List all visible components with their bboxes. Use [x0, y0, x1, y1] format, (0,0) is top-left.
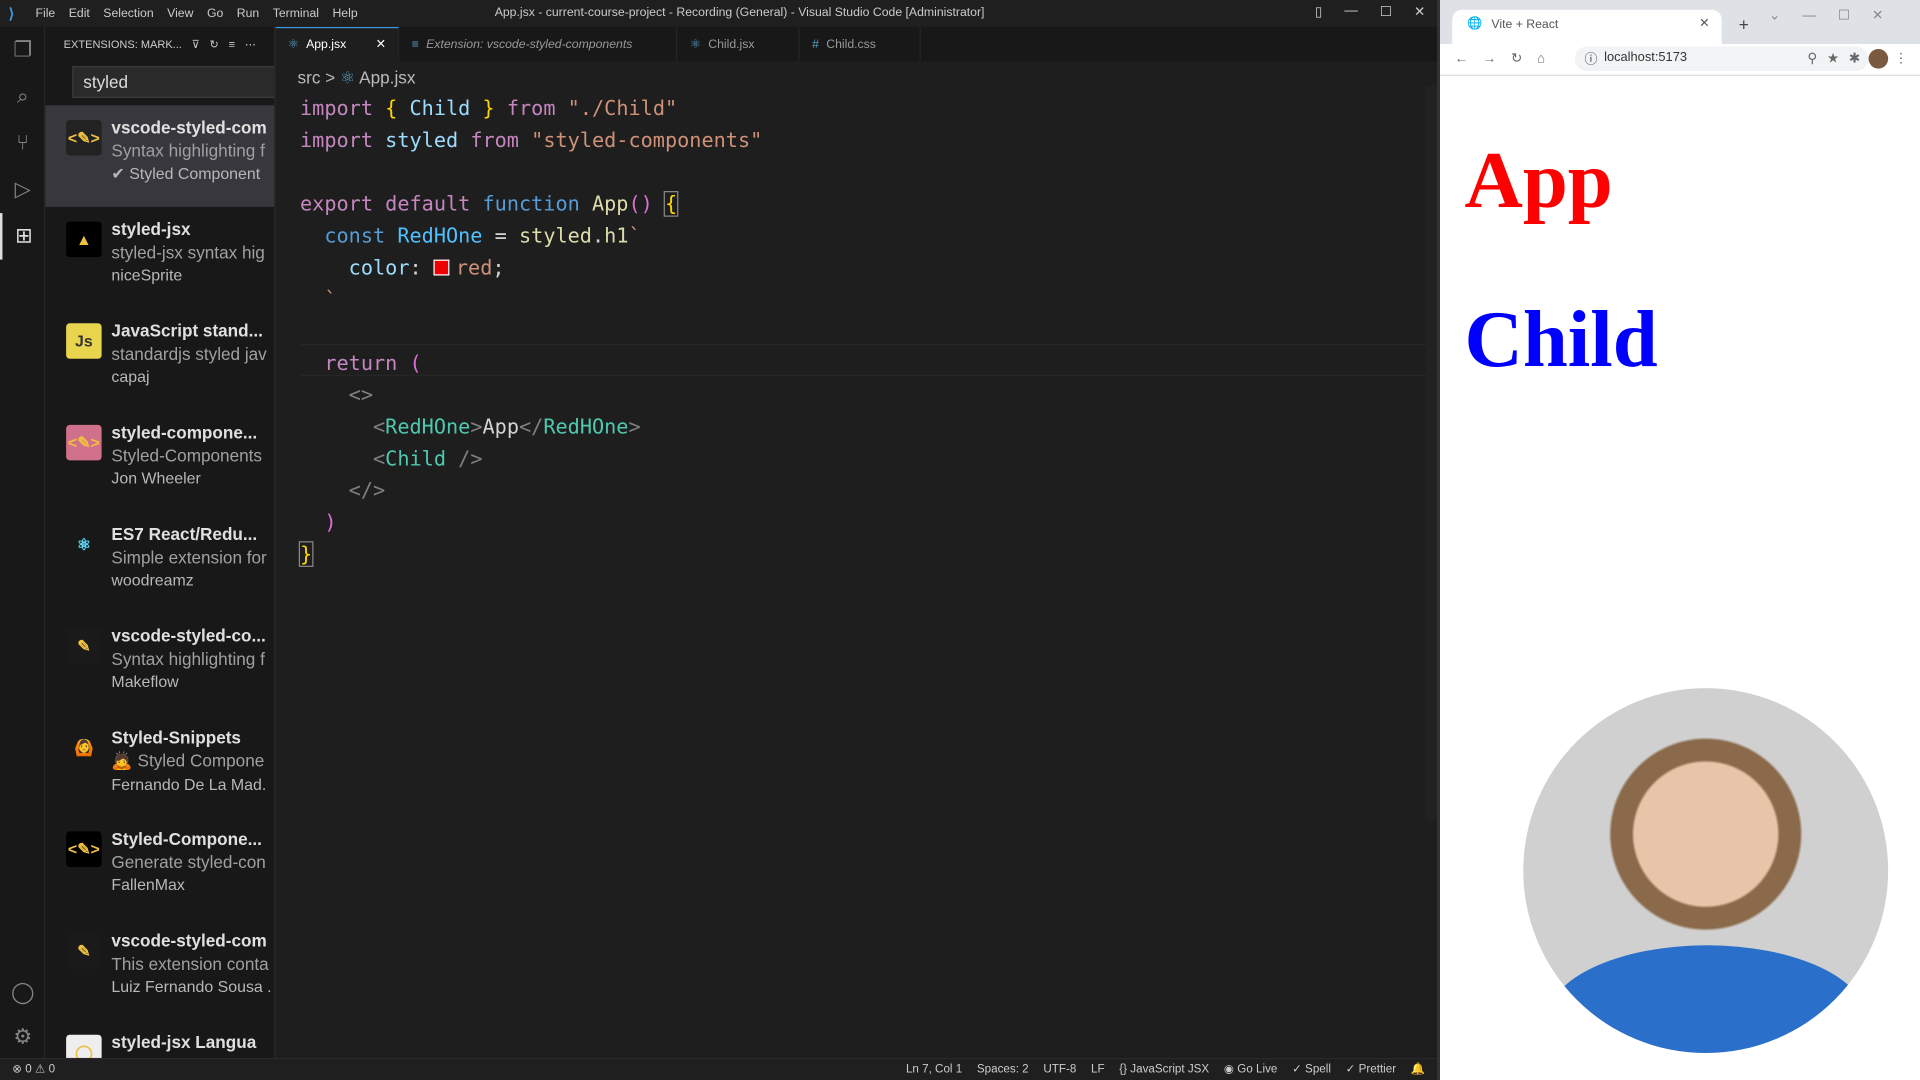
extension-item[interactable]: ▲ styled-jsx styled-jsx syntax hig niceSpri… — [45, 207, 274, 309]
extension-item[interactable]: Js JavaScript stand... standardjs styled j… — [45, 309, 274, 411]
extension-item[interactable]: <✎> Styled-Compone... Generate styled-con F… — [45, 817, 274, 919]
extensions-sidebar: EXTENSIONS: MARK... ⊽ ↻ ≡ ⋯ styled <✎> vscode… — [45, 26, 276, 1058]
title-bar: ⟩ File Edit Selection View Go Run Terminal Help… — [0, 0, 1438, 27]
indentation[interactable]: Spaces: 2 — [977, 1063, 1029, 1076]
extension-search-input[interactable]: styled — [72, 66, 275, 98]
browser-window: 🌐 Vite + React ✕ + ⌄—☐✕ ←→↻⌂ ⓘ localhost:51… — [1437, 0, 1920, 1080]
breadcrumb-src[interactable]: src — [298, 67, 321, 87]
filter-icon[interactable]: ⊽ — [192, 37, 200, 50]
vscode-logo-icon: ⟩ — [8, 4, 15, 23]
cursor-position[interactable]: Ln 7, Col 1 — [906, 1063, 962, 1076]
editor-scrollbar[interactable] — [1425, 85, 1438, 821]
extension-icon: 🙆 — [66, 729, 102, 766]
tab-close-icon[interactable]: ✕ — [1699, 17, 1709, 30]
tab-2[interactable]: ⚛ Child.jsx — [678, 26, 800, 62]
heading-child: Child — [1464, 295, 1658, 385]
tab-3[interactable]: # Child.css — [800, 26, 922, 62]
extension-item[interactable]: ✎ vscode-styled-co... Syntax highlighting … — [45, 613, 274, 715]
extension-item[interactable]: ◯ styled-jsx Langua — [45, 1020, 274, 1058]
menu-item[interactable]: View — [167, 7, 193, 20]
extension-icon: <✎> — [66, 424, 102, 461]
menu-icon[interactable]: ⋮ — [1894, 50, 1907, 66]
extension-item[interactable]: ⚛ ES7 React/Redu... Simple extension for wo… — [45, 512, 274, 614]
minimize-button[interactable]: — — [1344, 4, 1357, 20]
hash-icon: # — [812, 37, 819, 51]
extensions-icon[interactable]: ⊞ — [0, 213, 45, 260]
info-icon: ⓘ — [1584, 52, 1598, 68]
breadcrumb: src > ⚛ App.jsx — [297, 67, 416, 87]
browser-tab[interactable]: 🌐 Vite + React ✕ — [1452, 9, 1722, 45]
bell-icon[interactable]: 🔔 — [1411, 1063, 1426, 1076]
preview-icon: ≡ — [411, 37, 419, 51]
problems-indicator[interactable]: ⊗ 0 ⚠ 0 — [12, 1063, 55, 1076]
extension-item[interactable]: 🙆 Styled-Snippets 🙇 Styled Compone Fernando… — [45, 715, 274, 817]
menu-item[interactable]: Terminal — [273, 7, 319, 20]
account-icon[interactable]: ◯ — [0, 970, 45, 1017]
extension-item[interactable]: <✎> styled-compone... Styled-Components Jon… — [45, 410, 274, 512]
react-icon: ⚛ — [689, 37, 701, 51]
code-content[interactable]: import { Child } from "./Child" import s… — [298, 93, 762, 571]
prettier-status[interactable]: ✓ Prettier — [1346, 1063, 1396, 1076]
color-swatch[interactable] — [433, 259, 450, 276]
close-button[interactable]: ✕ — [1414, 4, 1425, 20]
menu-item[interactable]: File — [36, 7, 56, 20]
explorer-icon[interactable]: ❐ — [0, 27, 45, 74]
extension-icon: ▲ — [66, 221, 102, 258]
run-debug-icon[interactable]: ▷ — [0, 167, 45, 214]
extension-item[interactable]: <✎> vscode-styled-com Syntax highlighting … — [45, 105, 275, 207]
tab-0[interactable]: ⚛ App.jsx ✕ — [275, 26, 400, 62]
activity-bar: ❐ ⌕ ⑂ ▷ ⊞ ◯ ⚙ — [0, 26, 46, 1061]
language-mode[interactable]: {} JavaScript JSX — [1119, 1063, 1209, 1076]
maximize-button[interactable]: ☐ — [1380, 4, 1392, 20]
extension-icon: <✎> — [66, 120, 102, 156]
settings-gear-icon[interactable]: ⚙ — [0, 1014, 45, 1061]
breadcrumb-file[interactable]: App.jsx — [359, 67, 415, 87]
new-tab-button[interactable]: + — [1739, 15, 1749, 35]
tab-1[interactable]: ≡ Extension: vscode-styled-components — [399, 26, 678, 62]
menu-item[interactable]: Selection — [103, 7, 153, 20]
profile-avatar[interactable] — [1868, 48, 1889, 69]
layout-icon[interactable]: ▯ — [1315, 4, 1322, 20]
more-icon[interactable]: ⋯ — [245, 37, 256, 50]
source-control-icon[interactable]: ⑂ — [0, 120, 45, 167]
heading-app: App — [1464, 135, 1613, 226]
sidebar-title: EXTENSIONS: MARK... — [63, 37, 182, 51]
extension-icon: ✎ — [66, 628, 102, 664]
menu-item[interactable]: Edit — [69, 7, 90, 20]
extension-icon: Js — [66, 323, 102, 359]
go-live-button[interactable]: ◉ Go Live — [1224, 1063, 1277, 1076]
browser-window-controls[interactable]: ⌄—☐✕ — [1769, 7, 1905, 24]
menu-item[interactable]: Run — [237, 7, 259, 20]
spell-status[interactable]: ✓ Spell — [1292, 1063, 1331, 1076]
extension-icon: ⚛ — [66, 526, 102, 563]
tab-close-icon[interactable]: ✕ — [376, 38, 386, 51]
globe-icon: 🌐 — [1466, 17, 1483, 31]
menu-bar: File Edit Selection View Go Run Terminal Help — [36, 7, 372, 20]
nav-buttons[interactable]: ←→↻⌂ — [1455, 50, 1560, 66]
extension-icon: ✎ — [66, 933, 102, 969]
window-title: App.jsx - current-course-project - Recor… — [494, 6, 985, 20]
editor-tabs: ⚛ App.jsx ✕ ≡ Extension: vscode-styled-compo… — [275, 26, 1438, 62]
status-bar: ⊗ 0 ⚠ 0 Ln 7, Col 1 Spaces: 2 UTF-8 LF {… — [0, 1057, 1438, 1080]
webcam-overlay — [1523, 688, 1889, 1054]
menu-item[interactable]: Help — [332, 7, 357, 20]
react-icon: ⚛ — [287, 37, 299, 52]
encoding[interactable]: UTF-8 — [1043, 1063, 1076, 1076]
extension-item[interactable]: ✎ vscode-styled-com This extension conta Lu… — [45, 918, 274, 1020]
refresh-icon[interactable]: ↻ — [210, 37, 219, 50]
line-ending[interactable]: LF — [1091, 1063, 1105, 1076]
extension-icon: ◯ — [66, 1034, 102, 1058]
menu-item[interactable]: Go — [207, 7, 223, 20]
extension-icon: <✎> — [66, 831, 102, 867]
react-icon: ⚛ — [339, 67, 356, 87]
search-icon[interactable]: ⌕ — [0, 73, 45, 120]
clear-icon[interactable]: ≡ — [229, 38, 235, 50]
code-editor[interactable]: src > ⚛ App.jsx import { Child } from ".… — [275, 61, 1438, 1058]
